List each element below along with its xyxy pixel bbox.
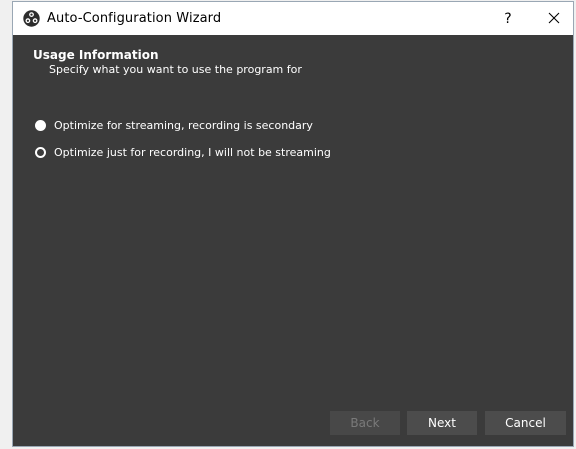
page-heading: Usage Information xyxy=(33,48,159,62)
option-streaming[interactable]: Optimize for streaming, recording is sec… xyxy=(35,119,313,132)
page-subheading: Specify what you want to use the program… xyxy=(49,63,302,76)
radio-streaming[interactable] xyxy=(35,120,46,131)
title-bar[interactable]: Auto-Configuration Wizard ? xyxy=(13,2,573,35)
radio-recording[interactable] xyxy=(35,147,46,158)
back-button[interactable]: Back xyxy=(330,411,400,435)
obs-logo-icon xyxy=(22,10,40,28)
help-button[interactable]: ? xyxy=(494,2,522,35)
cancel-button[interactable]: Cancel xyxy=(485,411,566,435)
wizard-content: Usage Information Specify what you want … xyxy=(13,35,573,446)
close-button[interactable] xyxy=(535,2,573,35)
option-streaming-label: Optimize for streaming, recording is sec… xyxy=(54,119,313,132)
close-icon xyxy=(548,9,560,28)
window-title: Auto-Configuration Wizard xyxy=(47,11,222,26)
wizard-window: Auto-Configuration Wizard ? Usage Inform… xyxy=(12,1,574,447)
option-recording-label: Optimize just for recording, I will not … xyxy=(54,146,331,159)
next-button[interactable]: Next xyxy=(407,411,477,435)
option-recording[interactable]: Optimize just for recording, I will not … xyxy=(35,146,331,159)
